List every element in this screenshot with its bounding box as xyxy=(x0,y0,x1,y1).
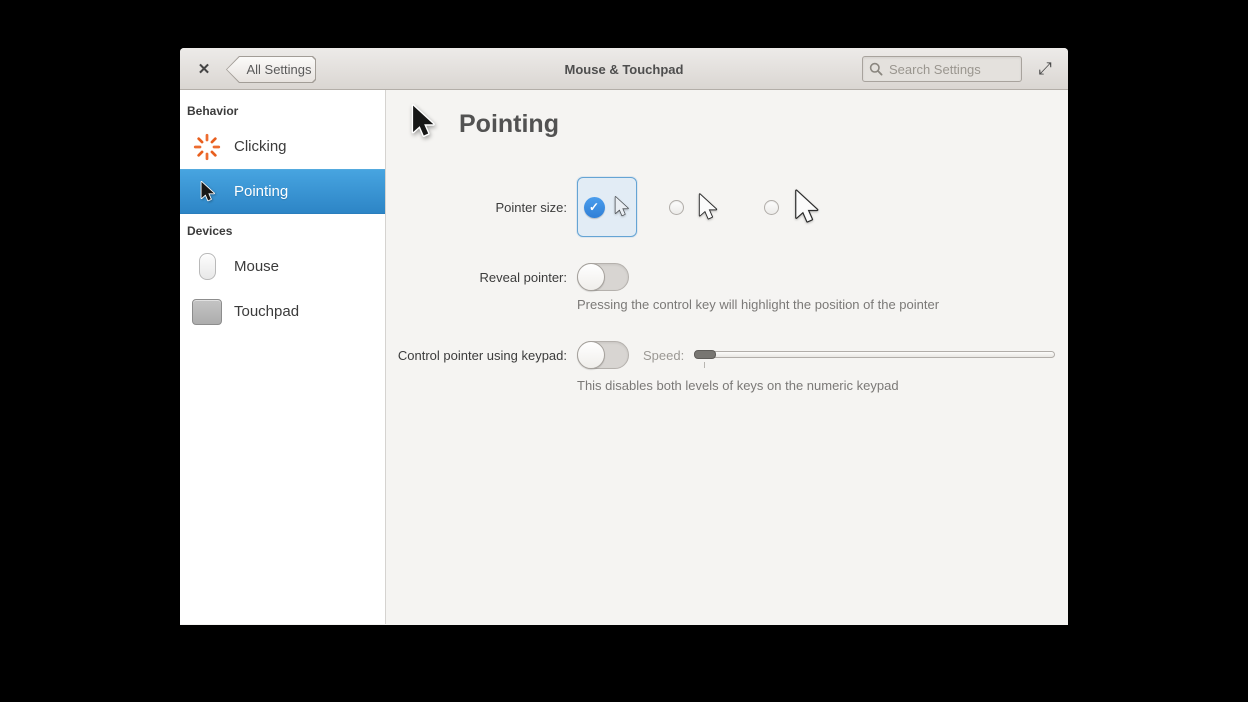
search-input[interactable] xyxy=(889,61,1015,77)
keypad-control-row: Control pointer using keypad: Speed: xyxy=(386,341,1055,369)
sidebar-item-clicking[interactable]: Clicking xyxy=(180,124,385,169)
pointer-size-label: Pointer size: xyxy=(495,199,567,215)
touchpad-icon xyxy=(191,298,223,325)
keypad-control-toggle[interactable] xyxy=(577,341,629,369)
pointer-size-radio-large[interactable] xyxy=(764,199,779,215)
pointing-heading-cursor-icon xyxy=(406,104,438,145)
slider-handle[interactable] xyxy=(694,350,717,359)
large-cursor-icon xyxy=(789,189,822,226)
sidebar-item-label: Touchpad xyxy=(234,303,300,320)
medium-cursor-icon xyxy=(694,193,720,222)
page-title: Pointing xyxy=(459,110,559,138)
cursor-icon xyxy=(191,181,223,203)
expand-icon: ⤢ xyxy=(1038,59,1052,78)
sidebar-item-pointing[interactable]: Pointing xyxy=(180,169,385,214)
reveal-pointer-description: Pressing the control key will highlight … xyxy=(577,297,940,312)
slider-track xyxy=(694,351,1055,358)
search-icon xyxy=(869,62,883,76)
mouse-icon xyxy=(191,253,223,280)
pointer-size-row: Pointer size: ✓ xyxy=(386,177,1055,237)
sidebar: Behavior Clicking Pointing Devices Mouse… xyxy=(180,90,386,624)
settings-window: ✕ All Settings Mouse & Touchpad ⤢ Behavi… xyxy=(180,48,1068,625)
reveal-pointer-row: Reveal pointer: xyxy=(386,263,1055,291)
sidebar-item-label: Pointing xyxy=(234,183,289,200)
starburst-icon xyxy=(191,132,223,162)
sidebar-header-devices: Devices xyxy=(187,224,233,238)
reveal-pointer-toggle[interactable] xyxy=(577,263,629,291)
reveal-pointer-label: Reveal pointer: xyxy=(479,269,567,285)
search-field[interactable] xyxy=(862,56,1022,82)
maximize-button[interactable]: ⤢ xyxy=(1032,48,1058,90)
pointer-size-option-small[interactable]: ✓ xyxy=(577,177,637,237)
slider-tick xyxy=(704,362,706,368)
titlebar: ✕ All Settings Mouse & Touchpad ⤢ xyxy=(180,48,1068,90)
speed-slider[interactable] xyxy=(694,341,1055,369)
sidebar-item-label: Clicking xyxy=(234,138,287,155)
keypad-control-label: Control pointer using keypad: xyxy=(397,347,567,363)
pointer-size-radio-medium[interactable] xyxy=(669,199,684,215)
sidebar-item-touchpad[interactable]: Touchpad xyxy=(180,289,385,334)
pointing-panel: Pointing Pointer size: ✓ Reveal pointer:… xyxy=(386,90,1068,624)
sidebar-item-label: Mouse xyxy=(234,258,280,275)
sidebar-header-behavior: Behavior xyxy=(187,104,239,118)
toggle-knob xyxy=(577,341,605,369)
check-icon: ✓ xyxy=(583,196,605,218)
keypad-control-description: This disables both levels of keys on the… xyxy=(577,378,899,393)
small-cursor-icon xyxy=(611,196,631,218)
toggle-knob xyxy=(577,263,605,291)
sidebar-item-mouse[interactable]: Mouse xyxy=(180,244,385,289)
speed-label: Speed: xyxy=(643,347,685,363)
